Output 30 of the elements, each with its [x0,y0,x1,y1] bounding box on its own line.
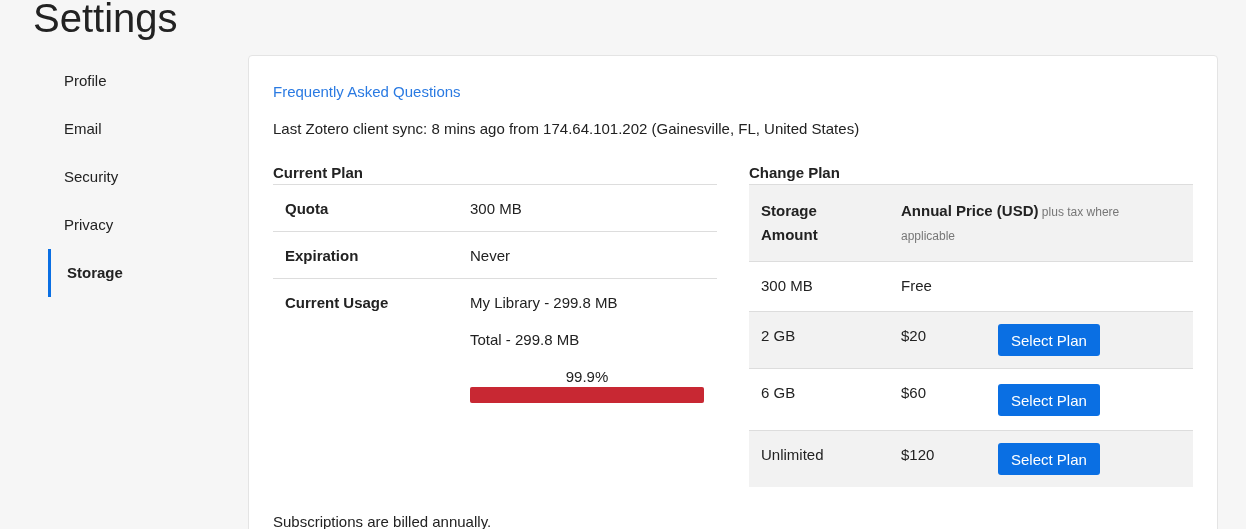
table-cell-text: Free [901,277,933,294]
row-label: Quota [285,200,330,217]
table-cell-text: 2 GB [761,326,797,344]
table-cell-text: 6 GB [761,384,797,401]
sidebar-item[interactable]: Profile [48,57,198,105]
sidebar-item[interactable]: Email [48,105,198,153]
table-cell-text: $20 [901,326,928,344]
sidebar-item[interactable]: Storage [48,249,198,297]
select-plan-button[interactable]: Select Plan [998,384,1100,416]
select-plan-button[interactable]: Select Plan [998,324,1100,356]
row-value: 300 MB [470,200,523,217]
select-plan-button[interactable]: Select Plan [998,443,1100,475]
row-value: Never [470,247,511,264]
faq-link[interactable]: Frequently Asked Questions [273,83,461,100]
table-cell-text: 300 MB [761,277,814,294]
row-label: Current Usage [285,294,390,313]
usage-percent: 99.9% [564,368,610,385]
row-value: My Library - 299.8 MB [470,294,619,311]
table-cell-text: $120 [901,445,936,463]
column-header: Annual Price (USD) plus tax where applicable [901,201,1121,245]
section-title: Current Plan [273,164,717,185]
sidebar-item[interactable]: Privacy [48,201,198,249]
row-label: Expiration [285,247,360,264]
table-cell-text: Unlimited [761,445,825,463]
page-title: Settings [33,0,178,42]
sync-info: Last Zotero client sync: 8 mins ago from 174.64.101.202 (Gainesville, FL, United States) [273,120,861,137]
table-cell-text: $60 [901,384,928,401]
row-value: Total - 299.8 MB [470,331,581,348]
sidebar-item[interactable]: Security [48,153,198,201]
column-header: Storage Amount [761,201,819,245]
